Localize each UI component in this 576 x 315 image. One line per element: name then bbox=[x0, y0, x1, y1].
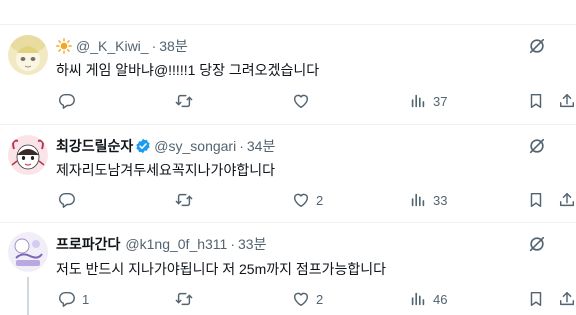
tweet-2[interactable]: 최강드릴순자 @sy_songari · 34분 제자리도남겨두세요꼭지나가야합… bbox=[0, 125, 576, 223]
views-button[interactable]: 33 bbox=[409, 190, 447, 210]
like-icon bbox=[293, 193, 309, 208]
reply-button[interactable] bbox=[58, 190, 82, 210]
display-name[interactable]: 프로파간다 bbox=[56, 234, 120, 254]
bookmark-button[interactable] bbox=[527, 91, 545, 111]
bookmark-button[interactable] bbox=[527, 190, 545, 210]
retweet-icon bbox=[175, 94, 193, 108]
avatar-kiwi-image bbox=[8, 35, 48, 75]
avatar-propaganda-image bbox=[8, 232, 48, 272]
action-bar: 37 bbox=[56, 91, 576, 111]
reply-icon bbox=[59, 93, 75, 109]
views-button[interactable]: 37 bbox=[409, 91, 447, 111]
avatar-songari-image bbox=[8, 135, 48, 175]
separator-dot: · bbox=[239, 138, 244, 154]
share-button[interactable] bbox=[558, 289, 576, 309]
retweet-button[interactable] bbox=[175, 289, 199, 309]
views-icon bbox=[411, 292, 425, 306]
handle[interactable]: @k1ng_0f_h311 bbox=[125, 236, 227, 252]
like-icon bbox=[293, 292, 309, 307]
reply-icon bbox=[59, 192, 75, 208]
separator-dot: · bbox=[230, 236, 236, 252]
grok-button[interactable] bbox=[527, 234, 547, 254]
timestamp[interactable]: 38분 bbox=[159, 36, 187, 56]
like-icon bbox=[293, 94, 309, 109]
reply-button[interactable] bbox=[58, 91, 82, 111]
display-name[interactable]: 최강드릴순자 bbox=[56, 136, 133, 156]
views-button[interactable]: 46 bbox=[409, 289, 447, 309]
views-icon bbox=[411, 94, 425, 108]
tweet-text: 제자리도남겨두세요꼭지나가야합니다 bbox=[56, 162, 275, 178]
like-button[interactable]: 2 bbox=[292, 190, 323, 210]
bookmark-icon bbox=[530, 291, 542, 307]
timestamp[interactable]: 34분 bbox=[247, 136, 275, 156]
views-count: 37 bbox=[433, 93, 448, 109]
tweet-3[interactable]: 프로파간다 @k1ng_0f_h311 · 33분 저도 반드시 지나가야됩니다… bbox=[0, 223, 576, 315]
grok-button[interactable] bbox=[527, 36, 547, 56]
share-icon bbox=[559, 93, 575, 108]
retweet-button[interactable] bbox=[175, 190, 199, 210]
bookmark-button[interactable] bbox=[527, 289, 545, 309]
grok-icon bbox=[529, 38, 545, 54]
tweet-header: 최강드릴순자 @sy_songari · 34분 bbox=[56, 137, 275, 155]
thread-line bbox=[27, 277, 29, 315]
grok-icon bbox=[529, 138, 545, 154]
reply-button[interactable]: 1 bbox=[58, 289, 89, 309]
avatar-kiwi[interactable] bbox=[8, 35, 48, 75]
views-icon bbox=[411, 193, 425, 207]
like-count: 2 bbox=[316, 192, 324, 208]
avatar-propaganda[interactable] bbox=[8, 232, 48, 272]
handle[interactable]: @sy_songari bbox=[154, 138, 236, 154]
avatar-songari[interactable] bbox=[8, 135, 48, 175]
action-bar: 2 33 bbox=[56, 190, 576, 210]
share-icon bbox=[559, 291, 575, 306]
bookmark-icon bbox=[530, 192, 542, 208]
retweet-button[interactable] bbox=[175, 91, 199, 111]
like-button[interactable]: 2 bbox=[292, 289, 323, 309]
like-count: 2 bbox=[316, 291, 324, 307]
reply-icon bbox=[59, 291, 75, 307]
action-bar: 1 2 46 bbox=[56, 289, 576, 309]
tweet-1[interactable]: @_K_Kiwi_ · 38분 하씨 게임 알바냐@!!!!!1 당장 그려오겠… bbox=[0, 25, 576, 125]
share-icon bbox=[559, 192, 575, 207]
views-count: 33 bbox=[433, 192, 448, 208]
reply-count: 1 bbox=[82, 291, 90, 307]
retweet-icon bbox=[175, 193, 193, 207]
tweet-header: 프로파간다 @k1ng_0f_h311 · 33분 bbox=[56, 235, 266, 253]
views-count: 46 bbox=[433, 291, 448, 307]
tweet-text: 하씨 게임 알바냐@!!!!!1 당장 그려오겠습니다 bbox=[56, 62, 320, 78]
verified-icon bbox=[136, 138, 150, 154]
bookmark-icon bbox=[530, 93, 542, 109]
display-name[interactable]: @_K_Kiwi_ bbox=[76, 38, 149, 54]
grok-button[interactable] bbox=[527, 136, 547, 156]
separator-dot: · bbox=[151, 38, 157, 54]
timestamp[interactable]: 33분 bbox=[238, 234, 266, 254]
retweet-icon bbox=[175, 292, 193, 306]
sun-icon bbox=[56, 38, 72, 54]
grok-icon bbox=[529, 236, 545, 252]
share-button[interactable] bbox=[558, 91, 576, 111]
tweet-header: @_K_Kiwi_ · 38분 bbox=[56, 37, 188, 55]
share-button[interactable] bbox=[558, 190, 576, 210]
tweet-text: 저도 반드시 지나가야됩니다 저 25m까지 점프가능합니다 bbox=[56, 261, 387, 277]
like-button[interactable] bbox=[292, 91, 316, 111]
